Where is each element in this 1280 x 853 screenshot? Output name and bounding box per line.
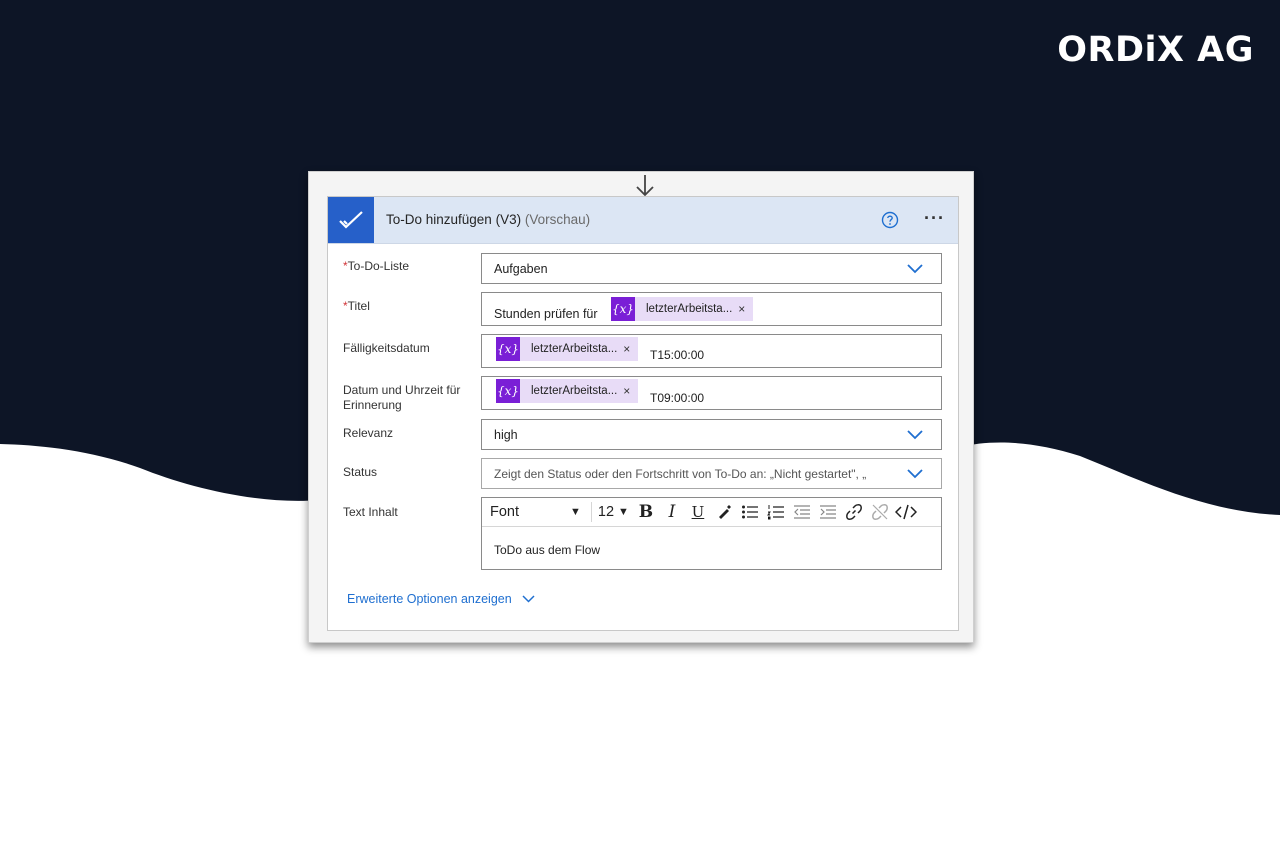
arrow-down-icon xyxy=(636,175,654,197)
unlink-icon[interactable] xyxy=(867,499,893,525)
chevron-down-icon[interactable] xyxy=(907,469,923,479)
company-logo: ORDiX AG xyxy=(1057,30,1254,70)
relevance-dropdown[interactable]: high xyxy=(481,419,942,450)
dynamic-content-token[interactable]: {x} letzterArbeitsta... × xyxy=(611,297,754,321)
relevance-label: Relevanz xyxy=(343,426,394,440)
increase-indent-icon[interactable] xyxy=(815,499,841,525)
body-rich-text-editor[interactable]: Font ▼ 12 ▼ B I U ToDo aus dem Flow xyxy=(481,497,942,570)
token-label: letzterArbeitsta... xyxy=(531,385,618,397)
chevron-down-icon[interactable] xyxy=(907,430,923,440)
decrease-indent-icon[interactable] xyxy=(789,499,815,525)
reminder-label: Datum und Uhrzeit für Erinnerung xyxy=(343,383,461,412)
chevron-down-icon xyxy=(522,595,535,603)
caret-down-icon[interactable]: ▼ xyxy=(618,506,629,518)
bulleted-list-icon[interactable] xyxy=(737,499,763,525)
card-title-main: To-Do hinzufügen (V3) xyxy=(386,212,522,227)
relevance-value: high xyxy=(494,428,518,442)
rich-text-toolbar: Font ▼ 12 ▼ B I U xyxy=(482,498,941,527)
title-label-text: Titel xyxy=(347,299,370,313)
flow-screenshot: To-Do hinzufügen (V3) (Vorschau) ··· *To… xyxy=(308,171,974,643)
link-icon[interactable] xyxy=(841,499,867,525)
italic-button[interactable]: I xyxy=(659,499,685,525)
todo-list-label: *To-Do-Liste xyxy=(343,259,483,274)
font-select[interactable]: Font xyxy=(490,504,570,520)
due-date-input[interactable]: {x} letzterArbeitsta... × T15:00:00 xyxy=(481,334,942,368)
variable-icon: {x} xyxy=(611,297,635,321)
chevron-down-icon[interactable] xyxy=(907,264,923,274)
todo-list-label-text: To-Do-Liste xyxy=(347,259,410,273)
status-placeholder: Zeigt den Status oder den Fortschritt vo… xyxy=(494,467,867,481)
due-date-suffix: T15:00:00 xyxy=(650,348,705,362)
code-view-icon[interactable] xyxy=(893,499,919,525)
token-label: letzterArbeitsta... xyxy=(531,343,618,355)
font-size-select[interactable]: 12 xyxy=(598,504,614,520)
bold-button[interactable]: B xyxy=(633,499,659,525)
status-dropdown[interactable]: Zeigt den Status oder den Fortschritt vo… xyxy=(481,458,942,489)
advanced-options-label: Erweiterte Optionen anzeigen xyxy=(347,592,512,606)
help-icon[interactable] xyxy=(881,211,899,229)
font-color-icon[interactable] xyxy=(711,499,737,525)
checkmark-icon xyxy=(328,197,374,243)
due-date-label: Fälligkeitsdatum xyxy=(343,341,430,355)
show-advanced-options-link[interactable]: Erweiterte Optionen anzeigen xyxy=(347,592,535,606)
body-content[interactable]: ToDo aus dem Flow xyxy=(494,543,600,557)
caret-down-icon[interactable]: ▼ xyxy=(570,506,581,518)
title-label: *Titel xyxy=(343,299,483,314)
todo-list-dropdown[interactable]: Aufgaben xyxy=(481,253,942,284)
numbered-list-icon[interactable] xyxy=(763,499,789,525)
variable-icon: {x} xyxy=(496,337,520,361)
reminder-input[interactable]: {x} letzterArbeitsta... × T09:00:00 xyxy=(481,376,942,410)
reminder-suffix: T09:00:00 xyxy=(650,391,705,405)
status-label: Status xyxy=(343,465,378,479)
dynamic-content-token[interactable]: {x} letzterArbeitsta... × xyxy=(496,337,639,361)
remove-token-icon[interactable]: × xyxy=(623,384,638,398)
card-header[interactable]: To-Do hinzufügen (V3) (Vorschau) ··· xyxy=(328,197,958,244)
body-label: Text Inhalt xyxy=(343,505,398,519)
todo-action-card: To-Do hinzufügen (V3) (Vorschau) ··· *To… xyxy=(327,196,959,631)
more-options-icon[interactable]: ··· xyxy=(924,208,945,229)
title-input[interactable]: Stunden prüfen für {x} letzterArbeitsta.… xyxy=(481,292,942,326)
card-title-sub: (Vorschau) xyxy=(524,212,591,227)
title-prefix: Stunden prüfen für xyxy=(494,307,598,321)
dynamic-content-token[interactable]: {x} letzterArbeitsta... × xyxy=(496,379,639,403)
remove-token-icon[interactable]: × xyxy=(623,342,638,356)
remove-token-icon[interactable]: × xyxy=(738,302,753,316)
token-label: letzterArbeitsta... xyxy=(646,303,733,315)
todo-list-value: Aufgaben xyxy=(494,262,548,276)
toolbar-divider xyxy=(590,502,592,522)
variable-icon: {x} xyxy=(496,379,520,403)
underline-button[interactable]: U xyxy=(685,499,711,525)
card-title: To-Do hinzufügen (V3) (Vorschau) xyxy=(386,212,590,227)
